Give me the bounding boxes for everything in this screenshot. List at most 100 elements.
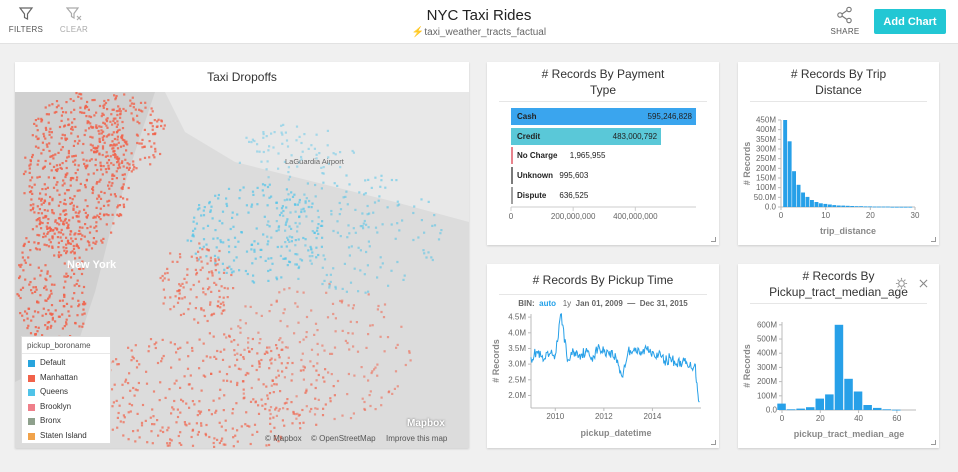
improve-map-link[interactable]: Improve this map	[386, 434, 447, 443]
map-canvas[interactable]: New York LaGuardia Airport pickup_borona…	[15, 92, 469, 448]
dropoff-point	[247, 341, 250, 344]
histogram-bar[interactable]	[859, 206, 863, 207]
dropoff-point	[242, 397, 245, 400]
dropoff-point	[295, 417, 298, 420]
histogram-bar[interactable]	[873, 407, 882, 410]
histogram-bar[interactable]	[844, 378, 853, 410]
histogram-bar[interactable]	[841, 205, 846, 207]
dropoff-point	[299, 369, 302, 372]
dropoff-point	[113, 137, 116, 141]
dropoff-point	[84, 199, 87, 202]
dropoff-point	[290, 191, 293, 194]
dropoff-point	[310, 309, 313, 312]
histogram-bar[interactable]	[903, 206, 908, 208]
dropoff-point	[253, 240, 256, 243]
share-button[interactable]: SHARE	[825, 6, 865, 36]
dropoff-point	[45, 113, 48, 116]
dropoff-point	[297, 238, 300, 241]
dropoff-point	[202, 291, 205, 294]
dropoff-point	[107, 159, 111, 162]
dropoff-point	[63, 275, 66, 278]
dropoff-point	[217, 193, 220, 197]
histogram-bar[interactable]	[899, 206, 904, 208]
median-age-chart[interactable]: 600M500M400M300M200M100M0.00 20 40 60pickup…	[738, 264, 939, 448]
dropoff-point	[61, 184, 64, 187]
histogram-bar[interactable]	[882, 409, 892, 411]
dropoff-point	[76, 142, 80, 145]
dropoff-point	[72, 160, 75, 163]
dropoff-point	[48, 226, 52, 229]
histogram-bar[interactable]	[850, 206, 855, 207]
histogram-bar[interactable]	[853, 391, 863, 411]
pickup-time-series-line[interactable]	[530, 313, 700, 402]
histogram-bar[interactable]	[885, 206, 890, 208]
histogram-bar[interactable]	[777, 403, 786, 410]
histogram-bar[interactable]	[854, 206, 859, 207]
dropoff-point	[387, 391, 390, 394]
legend-item[interactable]: Queens	[22, 385, 110, 400]
legend-item[interactable]: Manhattan	[22, 371, 110, 386]
histogram-bar[interactable]	[890, 206, 895, 208]
histogram-bar[interactable]	[908, 206, 913, 208]
dropoff-point	[218, 421, 221, 424]
histogram-bar[interactable]	[810, 200, 814, 207]
histogram-bar[interactable]	[818, 203, 823, 207]
histogram-bar[interactable]	[863, 405, 872, 410]
histogram-bar[interactable]	[825, 394, 834, 410]
histogram-bar[interactable]	[868, 206, 872, 208]
histogram-bar[interactable]	[796, 184, 801, 207]
histogram-bar[interactable]	[872, 206, 877, 208]
dropoff-point	[61, 313, 64, 316]
dropoff-point	[348, 183, 351, 186]
dropoff-point	[391, 392, 394, 395]
mapbox-attribution[interactable]: © Mapbox	[265, 434, 302, 443]
resize-handle[interactable]	[931, 440, 936, 445]
dropoff-point	[139, 158, 142, 161]
resize-handle[interactable]	[711, 440, 716, 445]
dropoff-point	[354, 231, 357, 234]
dropoff-point	[346, 341, 349, 345]
dropoff-point	[257, 378, 260, 381]
histogram-bar[interactable]	[834, 324, 844, 410]
histogram-bar[interactable]	[801, 192, 805, 208]
histogram-bar[interactable]	[877, 206, 881, 208]
histogram-bar[interactable]	[783, 120, 788, 207]
histogram-bar[interactable]	[863, 206, 868, 208]
histogram-bar[interactable]	[892, 409, 901, 411]
add-chart-button[interactable]: Add Chart	[874, 9, 946, 34]
histogram-bar[interactable]	[792, 171, 796, 207]
dropoff-point	[65, 302, 69, 305]
histogram-bar[interactable]	[806, 407, 815, 410]
legend-item[interactable]: Bronx	[22, 414, 110, 429]
histogram-bar[interactable]	[815, 398, 825, 410]
histogram-bar[interactable]	[787, 141, 792, 207]
dropoff-point	[115, 110, 118, 113]
dropoff-point	[252, 193, 255, 196]
legend-item[interactable]: Brooklyn	[22, 400, 110, 415]
dropoff-point	[183, 421, 186, 424]
pickup-time-chart[interactable]: 4.5M4.0M3.5M3.0M2.5M2.0M2010 2012 2014pick…	[487, 264, 719, 448]
legend-item[interactable]: Staten Island	[22, 429, 110, 444]
histogram-bar[interactable]	[823, 203, 828, 207]
histogram-bar[interactable]	[845, 205, 850, 207]
dropoff-point	[225, 204, 229, 208]
dropoff-point	[121, 396, 125, 399]
dropoff-point	[81, 325, 84, 328]
dropoff-point	[30, 289, 33, 292]
histogram-bar[interactable]	[796, 408, 805, 410]
osm-attribution[interactable]: © OpenStreetMap	[311, 434, 376, 443]
pickup-time-point	[651, 351, 653, 353]
resize-handle[interactable]	[931, 237, 936, 242]
histogram-bar[interactable]	[894, 206, 899, 208]
histogram-bar[interactable]	[827, 204, 832, 208]
resize-handle[interactable]	[711, 237, 716, 242]
legend-item[interactable]: Default	[22, 356, 110, 371]
histogram-bar[interactable]	[786, 409, 796, 411]
histogram-bar[interactable]	[805, 196, 810, 207]
histogram-bar[interactable]	[836, 205, 841, 208]
histogram-bar[interactable]	[814, 202, 819, 207]
trip-distance-chart[interactable]: 450M400M350M300M250M200M150M100M50.0M0.0…	[738, 62, 939, 245]
histogram-bar[interactable]	[832, 205, 837, 207]
histogram-bar[interactable]	[881, 206, 886, 208]
dropoff-point	[264, 403, 267, 406]
